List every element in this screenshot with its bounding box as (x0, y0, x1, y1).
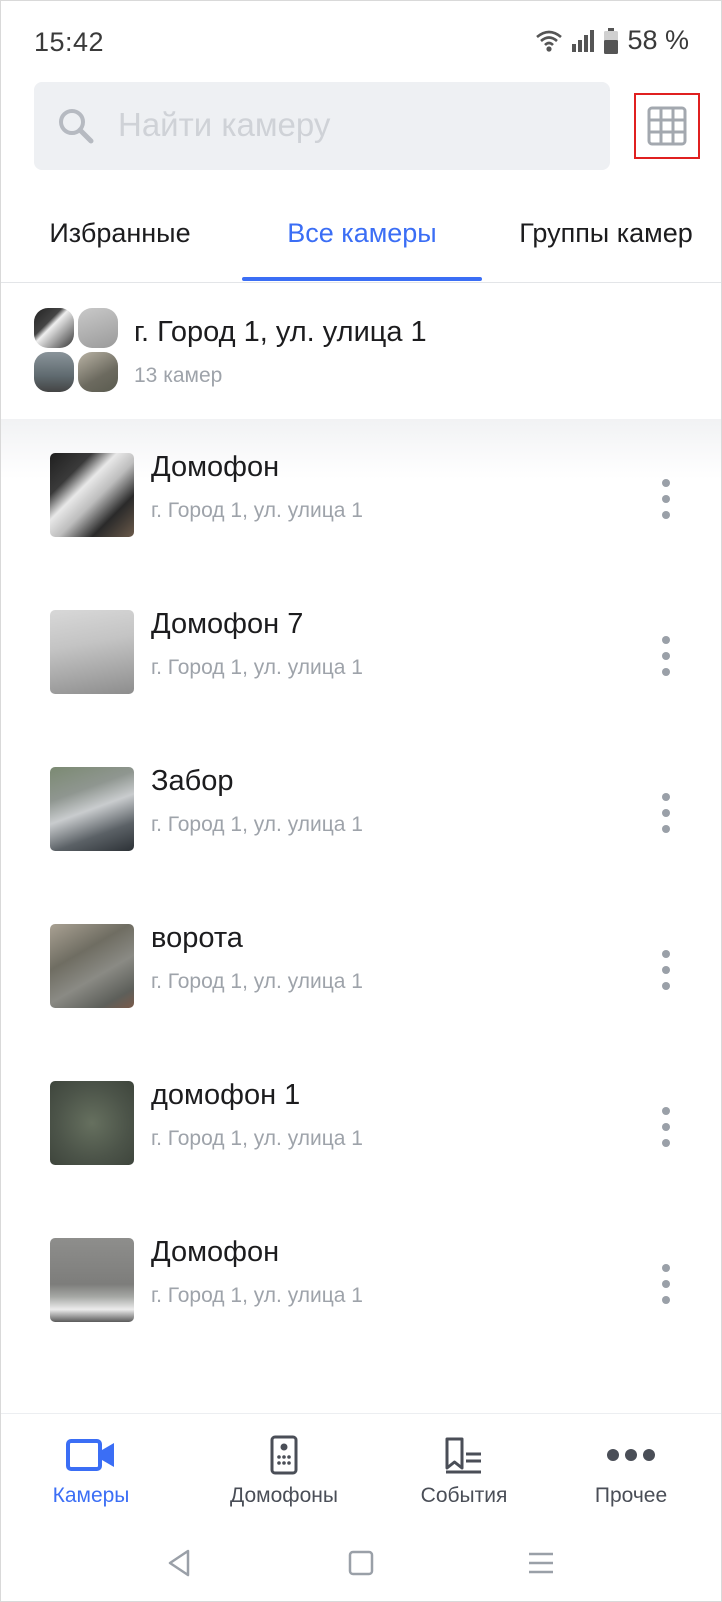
more-dots-icon (607, 1449, 655, 1461)
camera-thumbnail (50, 767, 134, 851)
more-options-icon[interactable] (651, 636, 681, 676)
group-thumb-4 (78, 352, 118, 392)
battery-percent: 58 % (627, 25, 689, 55)
camera-address: г. Город 1, ул. улица 1 (151, 970, 363, 993)
camera-item[interactable]: Домофон г. Город 1, ул. улица 1 (1, 1204, 721, 1364)
back-icon[interactable] (161, 1545, 197, 1581)
more-options-icon[interactable] (651, 950, 681, 990)
app-screen: 15:42 58 % Найти камеру Избранные Все ка… (0, 0, 722, 1602)
group-thumb-2 (78, 308, 118, 348)
more-options-icon[interactable] (651, 793, 681, 833)
status-time: 15:42 (34, 27, 105, 57)
camera-item[interactable]: домофон 1 г. Город 1, ул. улица 1 (1, 1047, 721, 1207)
status-bar: 15:42 58 % (1, 1, 721, 85)
home-icon[interactable] (343, 1545, 379, 1581)
search-icon (59, 109, 94, 144)
tab-bar: Избранные Все камеры Группы камер (1, 211, 721, 283)
camera-address: г. Город 1, ул. улица 1 (151, 1284, 363, 1307)
video-camera-icon (66, 1439, 114, 1471)
status-icons: 58 % (535, 25, 689, 56)
camera-item[interactable]: Забор г. Город 1, ул. улица 1 (1, 733, 721, 893)
camera-address: г. Город 1, ул. улица 1 (151, 499, 363, 522)
camera-address: г. Город 1, ул. улица 1 (151, 656, 363, 679)
more-options-icon[interactable] (651, 1264, 681, 1304)
nav-more[interactable]: Прочее (546, 1434, 716, 1508)
camera-thumbnail (50, 924, 134, 1008)
events-icon (445, 1437, 481, 1474)
more-options-icon[interactable] (651, 1107, 681, 1147)
group-title: г. Город 1, ул. улица 1 (134, 316, 427, 348)
nav-intercoms-label: Домофоны (230, 1484, 338, 1507)
search-input[interactable]: Найти камеру (34, 82, 610, 170)
camera-name: Домофон 7 (151, 608, 304, 640)
camera-address: г. Город 1, ул. улица 1 (151, 813, 363, 836)
more-options-icon[interactable] (651, 479, 681, 519)
recent-apps-icon[interactable] (523, 1545, 559, 1581)
search-placeholder: Найти камеру (118, 106, 331, 143)
group-thumb-3 (34, 352, 74, 392)
camera-item[interactable]: ворота г. Город 1, ул. улица 1 (1, 890, 721, 1050)
camera-group-header[interactable]: г. Город 1, ул. улица 1 13 камер (1, 284, 721, 419)
tab-all-cameras[interactable]: Все камеры (242, 211, 482, 283)
camera-thumbnail (50, 1081, 134, 1165)
battery-icon (604, 27, 619, 54)
camera-thumbnail (50, 610, 134, 694)
tab-indicator (242, 277, 482, 281)
nav-events-label: События (420, 1484, 508, 1507)
tab-favorites[interactable]: Избранные (25, 211, 215, 283)
camera-address: г. Город 1, ул. улица 1 (151, 1127, 363, 1150)
camera-thumbnail (50, 1238, 134, 1322)
system-navigation-bar (1, 1523, 721, 1601)
nav-more-label: Прочее (594, 1484, 668, 1507)
camera-item[interactable]: Домофон 7 г. Город 1, ул. улица 1 (1, 576, 721, 736)
group-thumbnails (34, 308, 118, 392)
grid-view-button[interactable] (634, 93, 700, 159)
grid-icon (647, 106, 687, 146)
nav-cameras-label: Камеры (52, 1484, 130, 1507)
camera-name: Домофон (151, 451, 280, 483)
group-thumb-1 (34, 308, 74, 348)
camera-name: Домофон (151, 1236, 280, 1268)
camera-name: домофон 1 (151, 1079, 301, 1111)
bottom-navigation: Камеры Домофоны События Прочее (1, 1413, 721, 1523)
nav-intercoms[interactable]: Домофоны (199, 1434, 369, 1508)
camera-name: ворота (151, 922, 243, 954)
nav-cameras[interactable]: Камеры (6, 1434, 176, 1508)
intercom-icon (270, 1435, 298, 1475)
camera-name: Забор (151, 765, 234, 797)
wifi-icon (536, 30, 563, 52)
tab-camera-groups[interactable]: Группы камер (501, 211, 711, 283)
nav-events[interactable]: События (379, 1434, 549, 1508)
camera-thumbnail (50, 453, 134, 537)
group-camera-count: 13 камер (134, 364, 223, 387)
signal-icon (572, 29, 595, 52)
camera-item[interactable]: Домофон г. Город 1, ул. улица 1 (1, 419, 721, 579)
